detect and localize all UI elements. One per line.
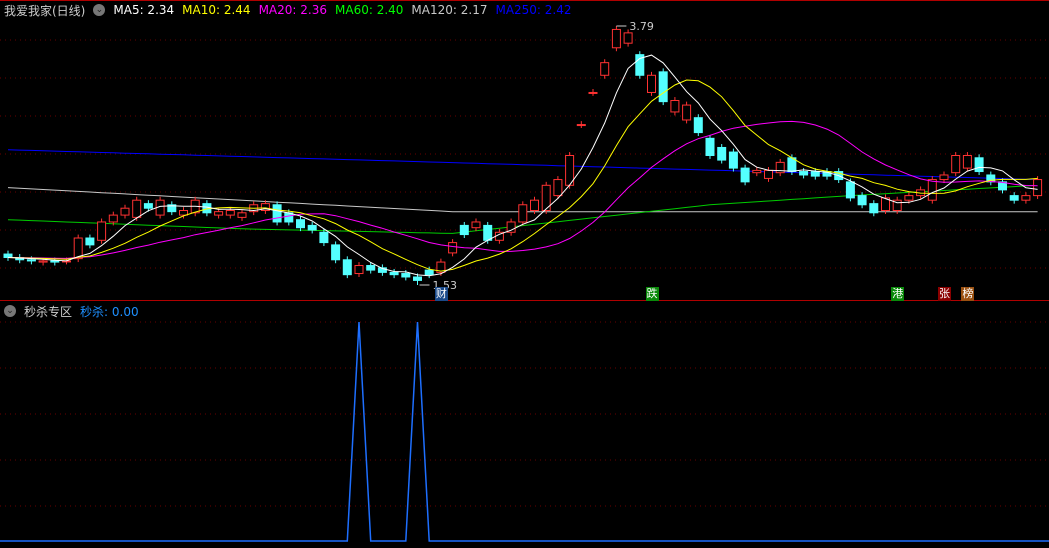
- candle-up: [354, 265, 364, 275]
- candle-up: [611, 28, 621, 49]
- candle-down: [869, 203, 879, 214]
- event-marker[interactable]: 财: [434, 287, 448, 301]
- candle-up: [962, 154, 972, 169]
- candle-up: [904, 195, 914, 201]
- candle-up: [518, 204, 528, 223]
- candle-down: [307, 224, 317, 231]
- ma-legend-item: MA10: 2.44: [182, 3, 251, 17]
- candle-up: [97, 221, 107, 241]
- candle-down: [974, 157, 984, 173]
- candle-up: [448, 242, 458, 254]
- candlestick-chart[interactable]: 3.791.53: [0, 0, 1049, 548]
- candle-up: [225, 210, 235, 216]
- candle-down: [3, 253, 13, 258]
- candle-down: [389, 271, 399, 276]
- ma5-line: [7, 54, 1038, 277]
- candle-up: [951, 154, 961, 174]
- ma-legend-item: MA60: 2.40: [335, 3, 404, 17]
- indicator-value: 秒杀: 0.00: [80, 304, 139, 319]
- candle-up: [1021, 195, 1031, 201]
- chevron-down-icon[interactable]: ⌄: [93, 4, 106, 16]
- candle-down: [319, 231, 329, 244]
- candle-down: [845, 181, 855, 199]
- candle-down: [705, 137, 715, 156]
- ma-legend-item: MA250: 2.42: [495, 3, 572, 17]
- candle-up: [670, 99, 680, 113]
- chevron-down-icon[interactable]: ⌄: [4, 305, 16, 317]
- candle-up: [764, 169, 773, 179]
- event-marker[interactable]: 跌: [645, 287, 659, 301]
- candle-down: [26, 259, 36, 262]
- stock-title: 我爱我家(日线): [4, 3, 86, 18]
- candle-down: [342, 259, 352, 276]
- candle-up: [1033, 179, 1043, 197]
- event-marker[interactable]: 张: [938, 287, 951, 301]
- event-marker[interactable]: 港: [891, 287, 905, 301]
- candle-up: [647, 74, 656, 93]
- candle-up: [179, 210, 188, 216]
- candle-down: [296, 219, 305, 229]
- candle-up: [939, 174, 949, 181]
- candle-down: [740, 167, 750, 183]
- candle-down: [401, 273, 411, 278]
- ma250-line: [7, 149, 1038, 181]
- ma-legend-item: MA20: 2.36: [258, 3, 327, 17]
- ma20-line: [7, 120, 1038, 259]
- candle-down: [331, 244, 341, 261]
- candle-up: [623, 32, 633, 44]
- candle-up: [752, 169, 762, 174]
- candle-down: [50, 260, 60, 263]
- candle-down: [272, 204, 282, 223]
- main-chart-header: 我爱我家(日线) ⌄ MA5: 2.34 MA10: 2.44 MA20: 2.36…: [4, 2, 572, 18]
- candle-up: [38, 260, 48, 263]
- candle-down: [658, 71, 668, 103]
- candle-up: [237, 212, 247, 218]
- candle-down: [459, 224, 469, 236]
- lower-panel-header: ⌄ 秒杀专区 秒杀: 0.00: [4, 303, 139, 319]
- candle-up: [927, 179, 937, 201]
- candle-down: [424, 269, 434, 276]
- candle-up: [530, 199, 539, 212]
- candle-down: [366, 265, 376, 271]
- candle-up: [120, 207, 130, 216]
- candle-down: [693, 117, 703, 134]
- ma-legend-item: MA5: 2.34: [113, 3, 175, 17]
- ma-legend-item: MA120: 2.17: [411, 3, 488, 17]
- ma-legend: MA5: 2.34 MA10: 2.44 MA20: 2.36 MA60: 2.40 M…: [113, 3, 571, 17]
- candle-up: [576, 124, 586, 127]
- candle-down: [143, 203, 153, 209]
- candle-up: [471, 221, 481, 229]
- candle-down: [799, 171, 809, 176]
- candle-down: [483, 224, 493, 241]
- candle-down: [717, 146, 727, 161]
- candle-up: [588, 91, 598, 94]
- candle-up: [600, 62, 610, 76]
- candle-down: [728, 151, 738, 169]
- candle-up: [108, 214, 118, 223]
- candle-down: [1009, 195, 1019, 201]
- lower-panel-title: 秒杀专区: [24, 304, 73, 319]
- candle-up: [682, 104, 692, 121]
- event-marker[interactable]: 榜: [961, 287, 975, 301]
- candle-down: [857, 195, 867, 206]
- candle-down: [85, 237, 95, 246]
- candle-up: [214, 211, 224, 216]
- miaosha-line: [0, 321, 1049, 542]
- candle-down: [810, 171, 820, 177]
- candle-up: [132, 199, 142, 218]
- candle-down: [413, 276, 422, 281]
- candle-up: [553, 179, 563, 197]
- high-price-label: 3.79: [629, 20, 654, 33]
